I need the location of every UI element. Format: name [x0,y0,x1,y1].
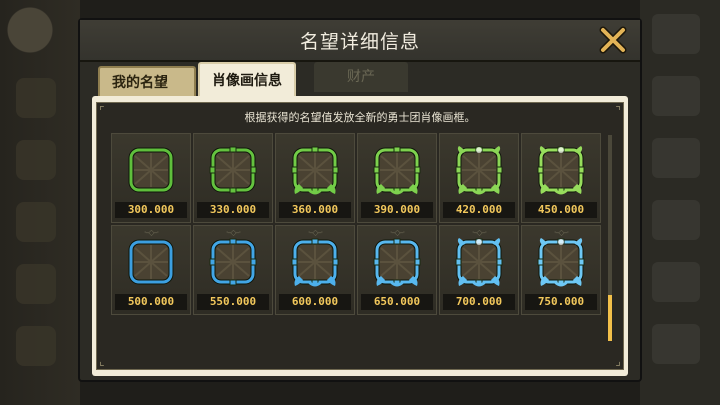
tab-portrait-info[interactable]: 肖像画信息 [198,62,296,98]
frames-list: ⌜ ⌝ ⌞ ⌟ 根据获得的名望值发放全新的勇士团肖像画框。 300.000 33… [96,102,624,370]
reputation-requirement: 300.000 [115,202,187,218]
portrait-frame-icon [453,144,505,196]
reputation-requirement: 750.000 [525,294,597,310]
reputation-requirement: 450.000 [525,202,597,218]
reputation-requirement: 500.000 [115,294,187,310]
scrollbar-thumb[interactable] [608,295,612,341]
portrait-frame-icon [453,236,505,288]
portrait-frame-icon [207,144,259,196]
reputation-details-modal: 名望详细信息 财产 我的名望 肖像画信息 ⌜ ⌝ ⌞ ⌟ 根据获得的名望值发放全… [80,20,640,380]
portrait-frame-item[interactable]: ·–◇–· 750.000 [521,225,601,315]
portrait-frame-item[interactable]: ·–◇–· 700.000 [439,225,519,315]
portrait-frame-icon [207,236,259,288]
portrait-frame-item[interactable]: 300.000 [111,133,191,223]
reputation-requirement: 650.000 [361,294,433,310]
portrait-frame-item[interactable]: ·–◇–· 550.000 [193,225,273,315]
portrait-frame-icon [371,236,423,288]
content-panel: ⌜ ⌝ ⌞ ⌟ 根据获得的名望值发放全新的勇士团肖像画框。 300.000 33… [92,96,628,376]
reputation-requirement: 550.000 [197,294,269,310]
portrait-frame-icon [125,236,177,288]
close-x-icon [599,26,627,54]
tab-property: 财产 [314,62,408,92]
portrait-frame-item[interactable]: 450.000 [521,133,601,223]
portrait-frame-item[interactable]: 360.000 [275,133,355,223]
background-right-menu [642,4,714,384]
reputation-requirement: 700.000 [443,294,515,310]
description-text: 根据获得的名望值发放全新的勇士团肖像画框。 [244,111,476,124]
portrait-frame-item[interactable]: ·–◇–· 600.000 [275,225,355,315]
scrollbar[interactable] [608,135,612,341]
portrait-frame-icon [125,144,177,196]
portrait-frame-icon [289,144,341,196]
modal-header: 名望详细信息 [80,20,640,62]
modal-title: 名望详细信息 [299,31,420,53]
close-button[interactable] [598,25,628,55]
portrait-frame-item[interactable]: ·–◇–· 650.000 [357,225,437,315]
corner-ornament: ⌟ [615,354,621,368]
reputation-requirement: 330.000 [197,202,269,218]
reputation-requirement: 360.000 [279,202,351,218]
tab-my-reputation[interactable]: 我的名望 [98,66,196,98]
reputation-requirement: 390.000 [361,202,433,218]
reputation-requirement: 600.000 [279,294,351,310]
portrait-frame-item[interactable]: 420.000 [439,133,519,223]
portrait-frame-icon [535,236,587,288]
corner-ornament: ⌞ [99,354,105,368]
portrait-frame-icon [535,144,587,196]
portrait-frame-item[interactable]: ·–◇–· 500.000 [111,225,191,315]
portrait-frame-icon [371,144,423,196]
reputation-requirement: 420.000 [443,202,515,218]
portrait-frame-item[interactable]: 330.000 [193,133,273,223]
portrait-frame-item[interactable]: 390.000 [357,133,437,223]
portrait-frame-icon [289,236,341,288]
background-left-menu [6,70,72,390]
